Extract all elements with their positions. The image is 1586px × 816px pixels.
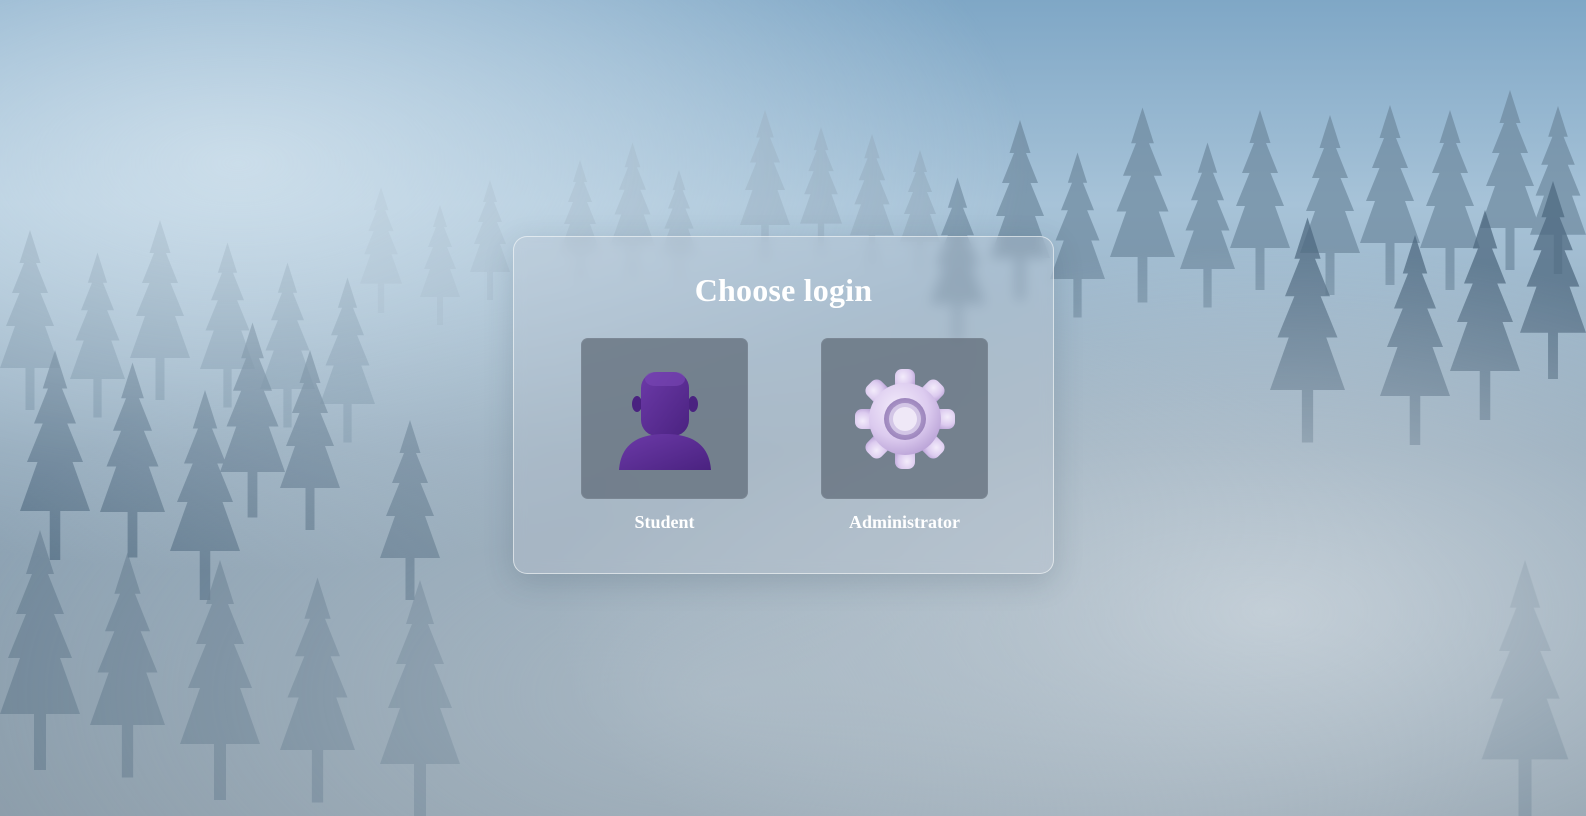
gear-icon: [854, 368, 955, 469]
administrator-login-button[interactable]: [821, 338, 988, 499]
administrator-login-option[interactable]: Administrator: [821, 338, 988, 533]
login-choice-panel: Choose login Student Administrator: [513, 236, 1054, 574]
student-user-icon: [618, 371, 711, 470]
student-label: Student: [634, 512, 695, 532]
student-login-button[interactable]: [581, 338, 748, 499]
page-title: Choose login: [694, 272, 873, 308]
student-login-option[interactable]: Student: [581, 338, 748, 533]
administrator-label: Administrator: [849, 512, 960, 532]
